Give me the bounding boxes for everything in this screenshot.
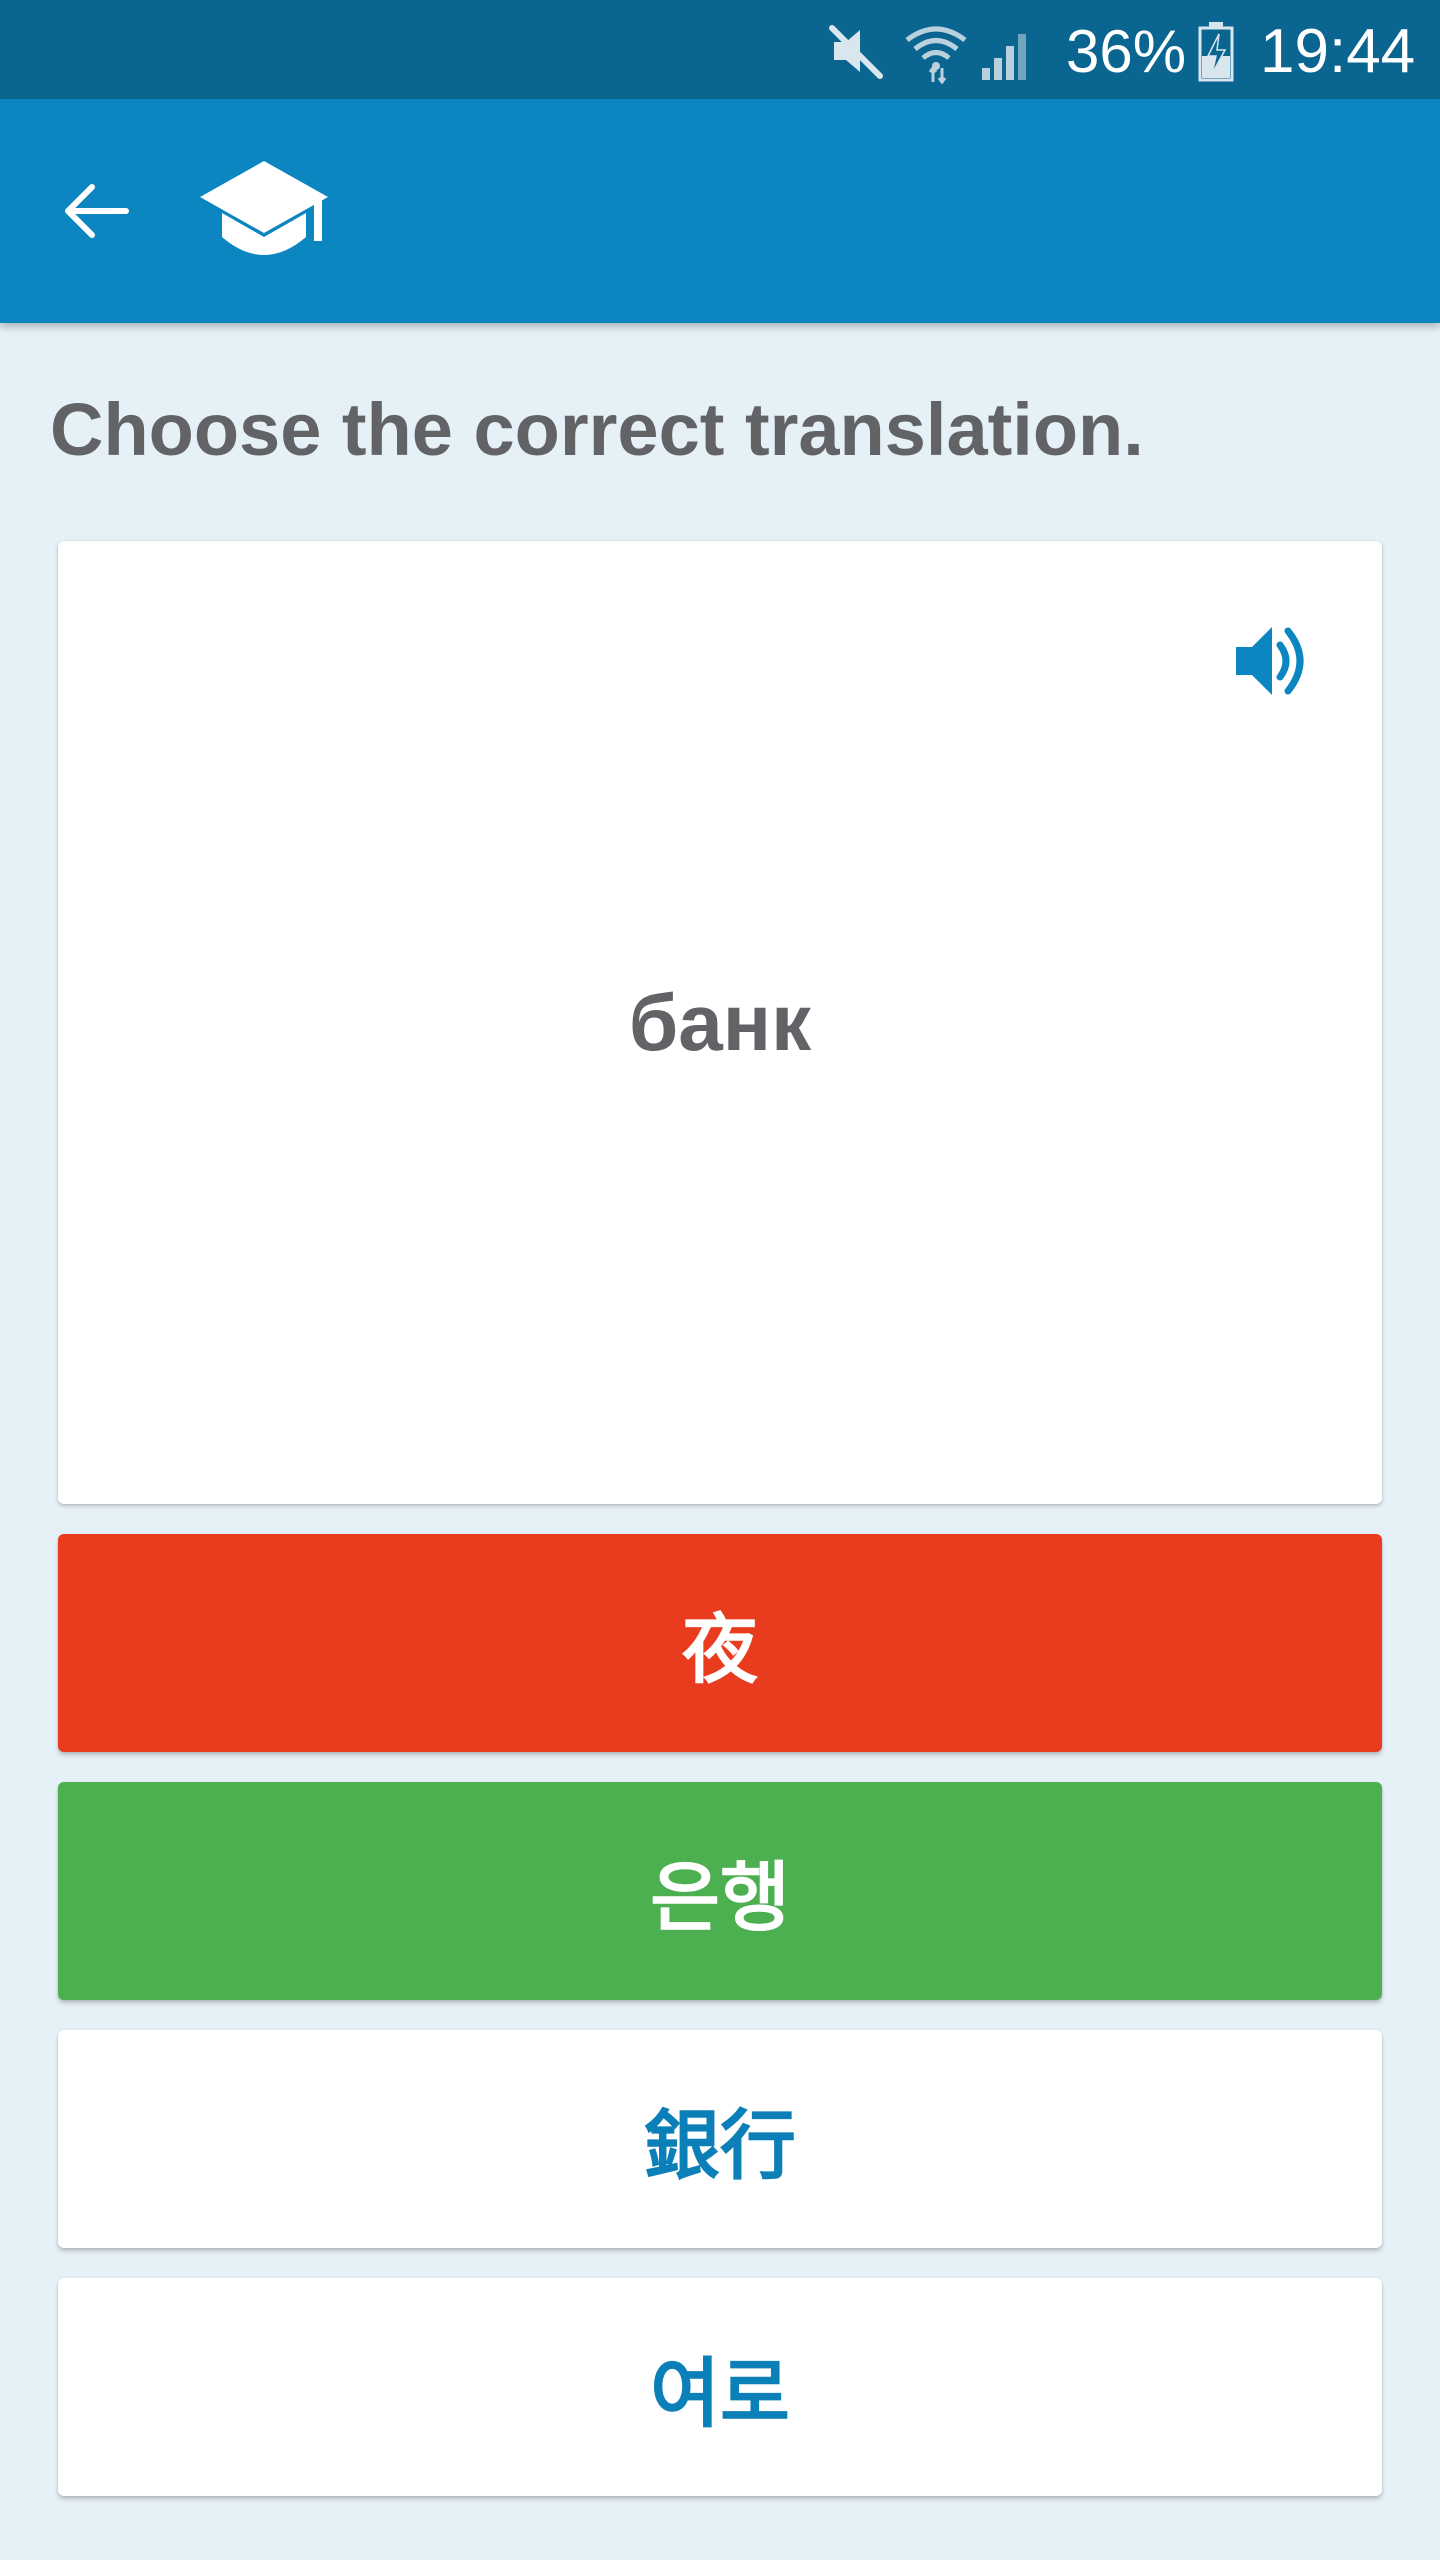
speaker-icon bbox=[1236, 627, 1304, 695]
graduation-cap-icon bbox=[200, 161, 328, 255]
answer-option-3[interactable]: 銀行 bbox=[58, 2030, 1382, 2248]
battery-percent: 36% bbox=[1066, 18, 1187, 85]
answer-option-4[interactable]: 여로 bbox=[58, 2278, 1382, 2496]
wifi-icon bbox=[905, 26, 967, 84]
status-bar: 36% 19:44 bbox=[0, 0, 1440, 99]
answer-option-2[interactable]: 은행 bbox=[58, 1782, 1382, 2000]
instruction-text: Choose the correct translation. bbox=[50, 388, 1144, 471]
word-card: банк bbox=[58, 541, 1382, 1504]
app-bar bbox=[0, 99, 1440, 323]
battery-charging-icon bbox=[1198, 22, 1234, 82]
question-word: банк bbox=[628, 977, 812, 1067]
clock: 19:44 bbox=[1260, 17, 1416, 86]
app-screen: 36% 19:44 Choose the correct translation… bbox=[0, 0, 1440, 2560]
back-button[interactable] bbox=[40, 155, 152, 267]
speaker-button[interactable] bbox=[1222, 611, 1322, 711]
answer-option-1[interactable]: 夜 bbox=[58, 1534, 1382, 1752]
mute-icon bbox=[829, 25, 883, 79]
arrow-back-icon bbox=[65, 184, 129, 238]
signal-icon bbox=[982, 34, 1026, 80]
